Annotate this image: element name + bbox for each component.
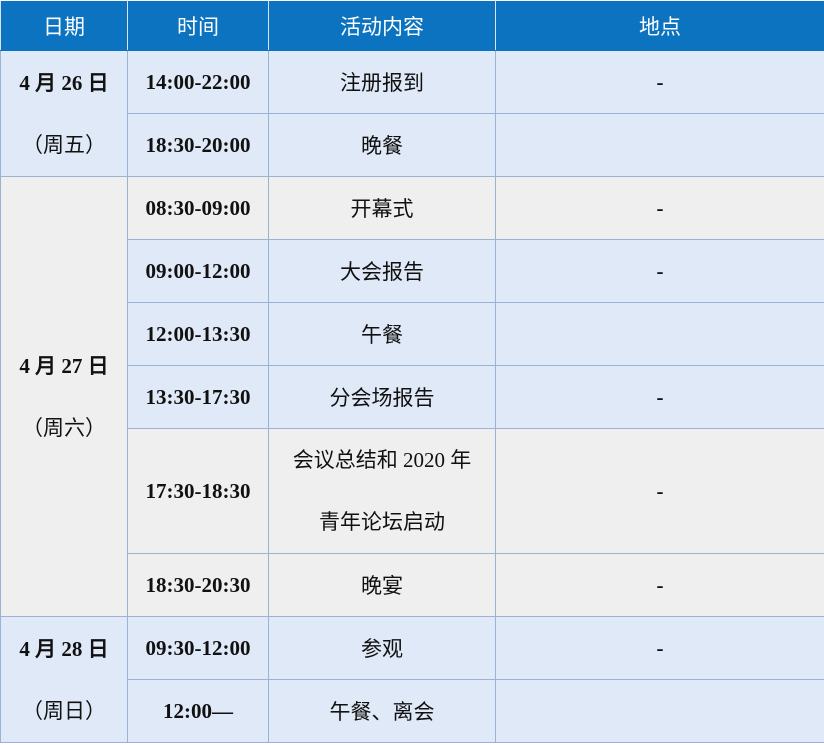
date-label: 4 月 28 日 bbox=[19, 636, 109, 661]
header-date: 日期 bbox=[0, 0, 128, 51]
location-cell: - bbox=[495, 616, 824, 680]
activity-cell: 会议总结和 2020 年 青年论坛启动 bbox=[268, 428, 496, 554]
activity-cell: 大会报告 bbox=[268, 239, 496, 303]
activity-cell: 注册报到 bbox=[268, 50, 496, 114]
location-cell: - bbox=[495, 553, 824, 617]
location-cell: - bbox=[495, 176, 824, 240]
header-location: 地点 bbox=[495, 0, 824, 51]
table-row: 4 月 28 日 （周日） 09:30-12:00 参观 - bbox=[0, 616, 824, 743]
activity-cell: 午餐、离会 bbox=[268, 679, 496, 743]
time-cell: 14:00-22:00 bbox=[127, 50, 269, 114]
activity-cell: 晚宴 bbox=[268, 553, 496, 617]
time-cell: 12:00— bbox=[127, 679, 269, 743]
activity-cell: 参观 bbox=[268, 616, 496, 680]
schedule-table: 日期 时间 活动内容 地点 4 月 26 日 （周五） 14:00-22:00 … bbox=[0, 0, 824, 743]
time-cell: 18:30-20:30 bbox=[127, 553, 269, 617]
weekday-label: （周日） bbox=[22, 698, 106, 723]
activity-line: 会议总结和 2020 年 bbox=[292, 448, 472, 472]
location-cell: - bbox=[495, 50, 824, 114]
activity-cell: 午餐 bbox=[268, 302, 496, 366]
header-row: 日期 时间 活动内容 地点 bbox=[0, 0, 824, 51]
date-label: 4 月 27 日 bbox=[19, 353, 109, 378]
date-cell: 4 月 27 日 （周六） bbox=[0, 176, 128, 617]
time-cell: 18:30-20:00 bbox=[127, 113, 269, 177]
table-row: 4 月 26 日 （周五） 14:00-22:00 注册报到 - bbox=[0, 50, 824, 177]
location-cell bbox=[495, 302, 824, 366]
date-cell: 4 月 26 日 （周五） bbox=[0, 50, 128, 177]
time-cell: 08:30-09:00 bbox=[127, 176, 269, 240]
time-cell: 09:30-12:00 bbox=[127, 616, 269, 680]
header-time: 时间 bbox=[127, 0, 269, 51]
time-cell: 13:30-17:30 bbox=[127, 365, 269, 429]
time-cell: 12:00-13:30 bbox=[127, 302, 269, 366]
location-cell bbox=[495, 679, 824, 743]
date-cell: 4 月 28 日 （周日） bbox=[0, 616, 128, 743]
table-row: 4 月 27 日 （周六） 08:30-09:00 开幕式 - bbox=[0, 176, 824, 617]
time-cell: 09:00-12:00 bbox=[127, 239, 269, 303]
date-label: 4 月 26 日 bbox=[19, 70, 109, 95]
activity-cell: 分会场报告 bbox=[268, 365, 496, 429]
location-cell: - bbox=[495, 239, 824, 303]
activity-cell: 晚餐 bbox=[268, 113, 496, 177]
location-cell bbox=[495, 113, 824, 177]
header-activity: 活动内容 bbox=[268, 0, 496, 51]
activity-line: 青年论坛启动 bbox=[319, 510, 445, 534]
time-cell: 17:30-18:30 bbox=[127, 428, 269, 554]
weekday-label: （周六） bbox=[22, 415, 106, 440]
location-cell: - bbox=[495, 365, 824, 429]
activity-cell: 开幕式 bbox=[268, 176, 496, 240]
location-cell: - bbox=[495, 428, 824, 554]
weekday-label: （周五） bbox=[22, 132, 106, 157]
